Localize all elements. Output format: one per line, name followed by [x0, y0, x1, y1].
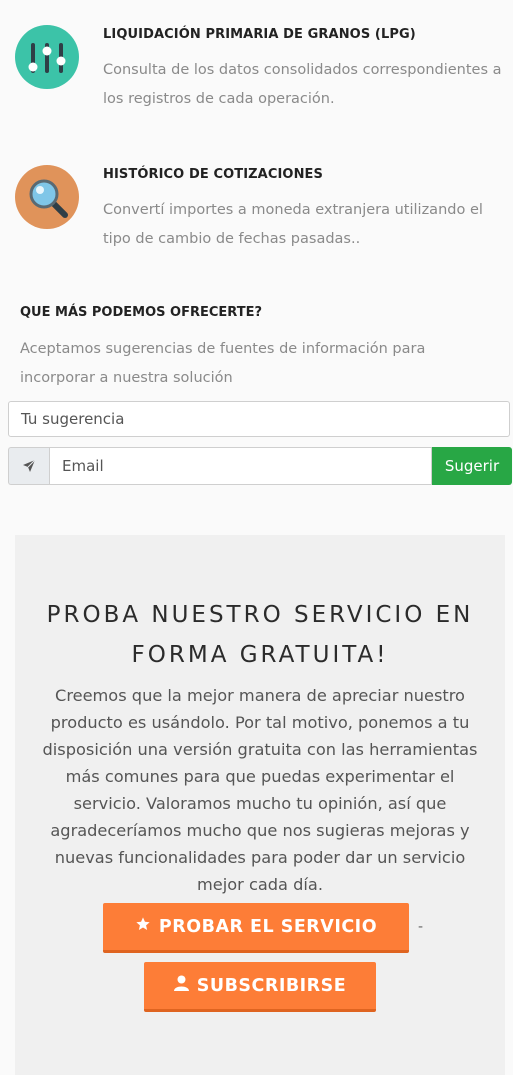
subscribe-button[interactable]: SUBSCRIBIRSE	[144, 962, 376, 1012]
offer-description: Aceptamos sugerencias de fuentes de info…	[20, 341, 426, 386]
star-icon	[135, 916, 151, 937]
try-service-button[interactable]: PROBAR EL SERVICIO	[103, 903, 409, 953]
suggest-button[interactable]: Sugerir	[432, 447, 512, 485]
feature-title: HISTÓRICO DE COTIZACIONES	[103, 167, 323, 182]
separator: -	[418, 919, 424, 935]
email-input-group: Email Sugerir	[8, 447, 512, 485]
user-icon	[173, 975, 189, 996]
promo-box: PROBA NUESTRO SERVICIO EN FORMA GRATUITA…	[15, 535, 505, 1075]
feature-description: Consulta de los datos consolidados corre…	[103, 62, 502, 107]
email-input[interactable]: Email	[49, 447, 432, 485]
feature-title: LIQUIDACIÓN PRIMARIA DE GRANOS (LPG)	[103, 27, 416, 42]
promo-text: Creemos que la mejor manera de apreciar …	[42, 686, 478, 894]
paper-plane-icon	[8, 447, 49, 485]
magnifier-icon	[15, 165, 79, 229]
subscribe-label: SUBSCRIBIRSE	[196, 975, 347, 996]
suggestion-input[interactable]: Tu sugerencia	[8, 401, 510, 437]
promo-title: PROBA NUESTRO SERVICIO EN FORMA GRATUITA…	[46, 602, 474, 668]
try-service-label: PROBAR EL SERVICIO	[158, 916, 378, 937]
feature-description: Convertí importes a moneda extranjera ut…	[103, 202, 483, 247]
offer-heading: QUE MÁS PODEMOS OFRECERTE?	[20, 305, 262, 320]
sliders-icon	[15, 25, 79, 89]
